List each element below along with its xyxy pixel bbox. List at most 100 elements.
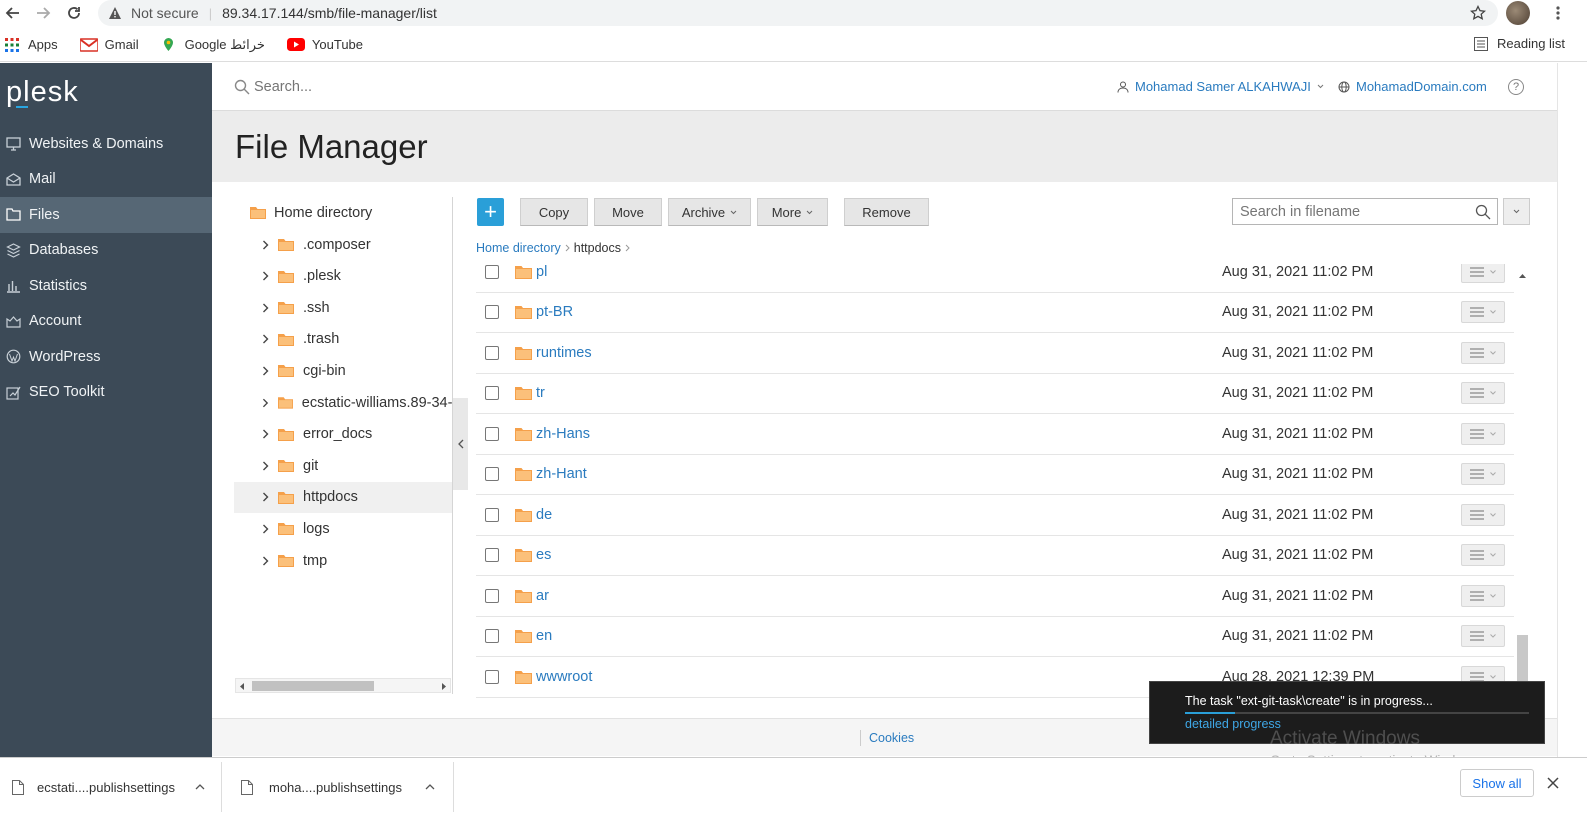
chevron-right-icon[interactable] (262, 461, 269, 471)
add-button[interactable]: + (477, 198, 504, 226)
file-name-link[interactable]: wwwroot (536, 669, 592, 685)
scrollbar-thumb[interactable] (252, 681, 374, 691)
file-name-link[interactable]: es (536, 547, 551, 563)
file-name-link[interactable]: runtimes (536, 345, 592, 361)
tree-item[interactable]: .ssh (234, 292, 452, 323)
file-row[interactable]: pl Aug 31, 2021 11:02 PM (476, 264, 1514, 293)
sidebar-item-mail[interactable]: Mail (0, 162, 212, 198)
row-checkbox[interactable] (485, 426, 499, 441)
tree-collapse-button[interactable] (453, 398, 468, 490)
more-button[interactable]: More (757, 198, 828, 226)
file-row[interactable]: runtimes Aug 31, 2021 11:02 PM (476, 333, 1514, 374)
bookmark-apps[interactable]: Apps (5, 37, 58, 52)
chrome-menu-icon[interactable] (1556, 5, 1560, 21)
chevron-right-icon[interactable] (262, 429, 269, 439)
help-icon[interactable]: ? (1508, 79, 1524, 95)
tree-item[interactable]: httpdocs (234, 481, 452, 513)
chevron-right-icon[interactable] (262, 492, 269, 502)
row-checkbox[interactable] (485, 588, 499, 603)
chevron-up-icon[interactable] (425, 784, 435, 790)
forward-icon[interactable] (32, 2, 54, 24)
global-search-input[interactable] (254, 75, 654, 99)
tree-item[interactable]: .composer (234, 229, 452, 260)
cookies-link[interactable]: Cookies (869, 731, 914, 745)
search-options-button[interactable] (1503, 198, 1530, 225)
scroll-up-icon[interactable] (1519, 273, 1526, 278)
plesk-logo[interactable]: plesk (6, 76, 79, 109)
file-row[interactable]: de Aug 31, 2021 11:02 PM (476, 495, 1514, 536)
sidebar-item-files[interactable]: Files (0, 197, 212, 233)
file-name-link[interactable]: pl (536, 264, 547, 280)
chevron-right-icon[interactable] (262, 334, 269, 344)
file-name-link[interactable]: zh-Hans (536, 426, 590, 442)
row-actions-menu[interactable] (1461, 301, 1505, 324)
tree-item[interactable]: .plesk (234, 261, 452, 292)
row-checkbox[interactable] (485, 345, 499, 360)
chevron-right-icon[interactable] (262, 303, 269, 313)
page-scrollbar[interactable] (1557, 63, 1587, 757)
remove-button[interactable]: Remove (844, 198, 929, 226)
sidebar-item-wordpress[interactable]: WordPress (0, 339, 212, 375)
row-checkbox[interactable] (485, 629, 499, 644)
star-icon[interactable] (1470, 5, 1486, 21)
sidebar-item-seo-toolkit[interactable]: SEO Toolkit (0, 375, 212, 411)
tree-item[interactable]: .trash (234, 324, 452, 355)
download-item[interactable]: ecstati....publishsettings (0, 762, 222, 812)
address-bar[interactable]: Not secure | 89.34.17.144/smb/file-manag… (98, 0, 1498, 26)
show-all-button[interactable]: Show all (1460, 769, 1534, 797)
file-name-link[interactable]: pt-BR (536, 304, 573, 320)
row-checkbox[interactable] (485, 669, 499, 684)
file-name-link[interactable]: zh-Hant (536, 466, 587, 482)
row-actions-menu[interactable] (1461, 584, 1505, 607)
tree-root-home[interactable]: Home directory (234, 197, 452, 228)
reload-icon[interactable] (63, 2, 85, 24)
chevron-right-icon[interactable] (262, 271, 269, 281)
file-row[interactable]: pt-BR Aug 31, 2021 11:02 PM (476, 293, 1514, 333)
chevron-right-icon[interactable] (262, 240, 269, 250)
close-icon[interactable] (1547, 777, 1559, 789)
user-menu[interactable]: Mohamad Samer ALKAHWAJI (1117, 79, 1324, 94)
row-actions-menu[interactable] (1461, 264, 1505, 283)
bookmark-youtube[interactable]: YouTube (286, 37, 363, 52)
move-button[interactable]: Move (594, 198, 662, 226)
back-icon[interactable] (2, 2, 24, 24)
sidebar-item-statistics[interactable]: Statistics (0, 268, 212, 304)
file-row[interactable]: ar Aug 31, 2021 11:02 PM (476, 576, 1514, 617)
chevron-right-icon[interactable] (262, 398, 269, 408)
download-item[interactable]: moha....publishsettings (224, 762, 454, 812)
tree-item[interactable]: ecstatic-williams.89-34-1 (234, 387, 452, 418)
file-list-scrollbar[interactable] (1515, 268, 1530, 693)
file-row[interactable]: es Aug 31, 2021 11:02 PM (476, 536, 1514, 576)
file-name-link[interactable]: de (536, 507, 552, 523)
chevron-right-icon[interactable] (262, 366, 269, 376)
chevron-up-icon[interactable] (195, 784, 205, 790)
row-checkbox[interactable] (485, 386, 499, 401)
row-checkbox[interactable] (485, 305, 499, 320)
row-checkbox[interactable] (485, 507, 499, 522)
reading-list-button[interactable]: Reading list (1474, 36, 1565, 51)
row-checkbox[interactable] (485, 548, 499, 563)
row-actions-menu[interactable] (1461, 422, 1505, 445)
profile-avatar[interactable] (1506, 1, 1530, 25)
tree-item[interactable]: tmp (234, 545, 452, 576)
tree-horizontal-scrollbar[interactable] (235, 678, 451, 693)
tree-item[interactable]: git (234, 450, 452, 481)
bookmark-gmail[interactable]: Gmail (79, 37, 139, 52)
bookmark-google-maps[interactable]: Google خرائط (161, 37, 265, 53)
file-row[interactable]: tr Aug 31, 2021 11:02 PM (476, 374, 1514, 414)
row-actions-menu[interactable] (1461, 382, 1505, 405)
chevron-right-icon[interactable] (262, 524, 269, 534)
sidebar-item-account[interactable]: Account (0, 304, 212, 340)
copy-button[interactable]: Copy (520, 198, 588, 226)
row-checkbox[interactable] (485, 264, 499, 279)
file-name-link[interactable]: tr (536, 385, 545, 401)
row-actions-menu[interactable] (1461, 463, 1505, 486)
sidebar-item-databases[interactable]: Databases (0, 233, 212, 269)
sidebar-item-websites-domains[interactable]: Websites & Domains (0, 126, 212, 162)
filename-search-input[interactable] (1240, 202, 1470, 222)
tree-item[interactable]: error_docs (234, 419, 452, 450)
chevron-right-icon[interactable] (262, 556, 269, 566)
tree-item[interactable]: cgi-bin (234, 355, 452, 386)
breadcrumb-home[interactable]: Home directory (476, 241, 561, 255)
search-icon[interactable] (1475, 204, 1491, 220)
